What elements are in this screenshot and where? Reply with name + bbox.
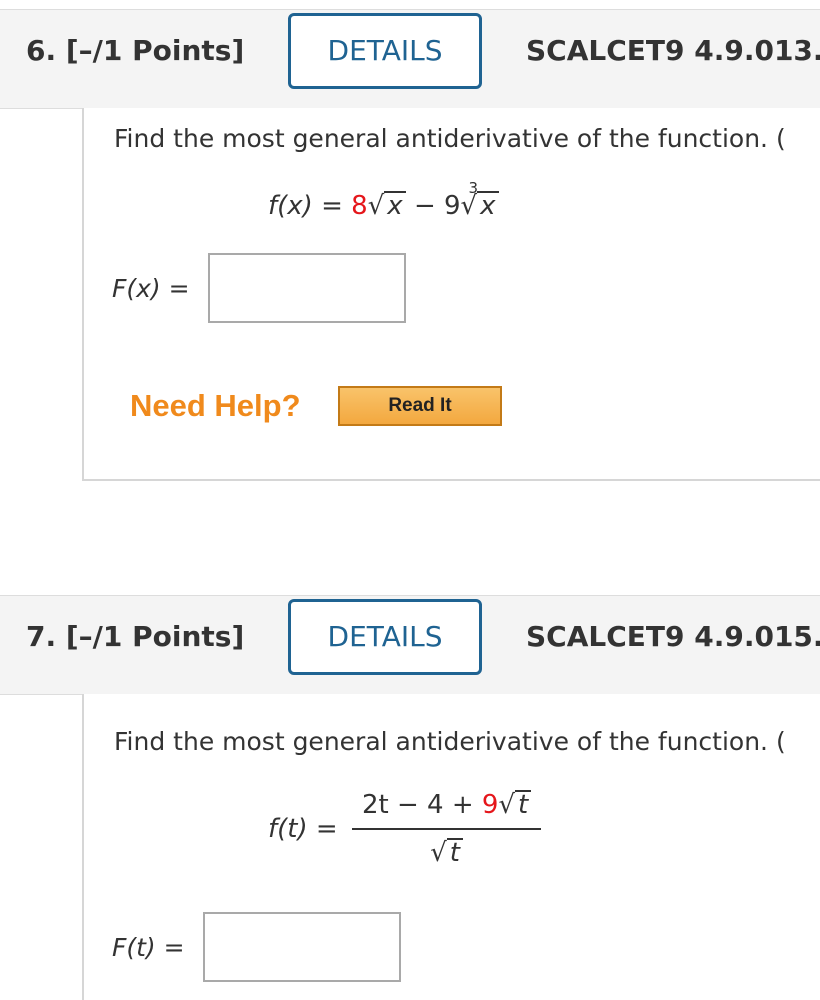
fraction-numerator: 2t − 4 + 9√ t: [351, 790, 542, 830]
details-button[interactable]: DETAILS: [288, 599, 482, 675]
question-number-points: 7. [–/1 Points]: [26, 620, 245, 653]
radicand: x: [384, 191, 406, 219]
answer-row: F(x) =: [112, 253, 406, 323]
formula-equals: =: [315, 814, 338, 844]
answer-label: F(x) =: [112, 273, 190, 303]
function-formula: f(t) = 2t − 4 + 9√ t √ t: [268, 790, 542, 868]
formula-coefficient: 9: [481, 790, 499, 820]
read-it-button[interactable]: Read It: [338, 386, 502, 426]
function-formula: f(x) = 8√ x − 9 3 √ x: [268, 179, 499, 221]
question-7-body: Find the most general antiderivative of …: [82, 694, 820, 1000]
answer-input[interactable]: [202, 912, 401, 982]
formula-lhs: f(x): [268, 191, 313, 221]
answer-input[interactable]: [207, 253, 406, 323]
radicand: t: [515, 790, 532, 818]
numerator-terms: 2t − 4 +: [361, 790, 482, 820]
question-prompt: Find the most general antiderivative of …: [114, 727, 786, 756]
formula-equals: =: [321, 191, 343, 221]
cube-root: 3 √ x: [461, 179, 499, 221]
problem-code: SCALCET9 4.9.013.: [526, 34, 820, 67]
formula-coefficient: 9: [444, 191, 461, 221]
formula-minus: −: [413, 191, 436, 221]
question-number-points: 6. [–/1 Points]: [26, 34, 245, 67]
square-root: √ t: [498, 790, 532, 820]
problem-code: SCALCET9 4.9.015.: [526, 620, 820, 653]
fraction-denominator: √ t: [352, 830, 541, 868]
question-prompt: Find the most general antiderivative of …: [114, 124, 786, 153]
root-index: 3: [468, 179, 479, 197]
answer-label: F(t) =: [112, 932, 185, 962]
need-help-label: Need Help?: [130, 388, 301, 423]
question-6-body: Find the most general antiderivative of …: [82, 108, 820, 481]
question-7-header: 7. [–/1 Points] DETAILS SCALCET9 4.9.015…: [0, 595, 820, 695]
question-6-header: 6. [–/1 Points] DETAILS SCALCET9 4.9.013…: [0, 9, 820, 109]
formula-coefficient: 8: [351, 191, 368, 221]
fraction: 2t − 4 + 9√ t √ t: [351, 790, 542, 868]
details-button[interactable]: DETAILS: [288, 13, 482, 89]
formula-lhs: f(t): [268, 814, 308, 844]
answer-row: F(t) =: [112, 912, 401, 982]
radicand: t: [446, 838, 463, 866]
square-root: √ x: [368, 191, 406, 221]
radicand: x: [477, 191, 499, 219]
square-root: √ t: [430, 838, 463, 868]
